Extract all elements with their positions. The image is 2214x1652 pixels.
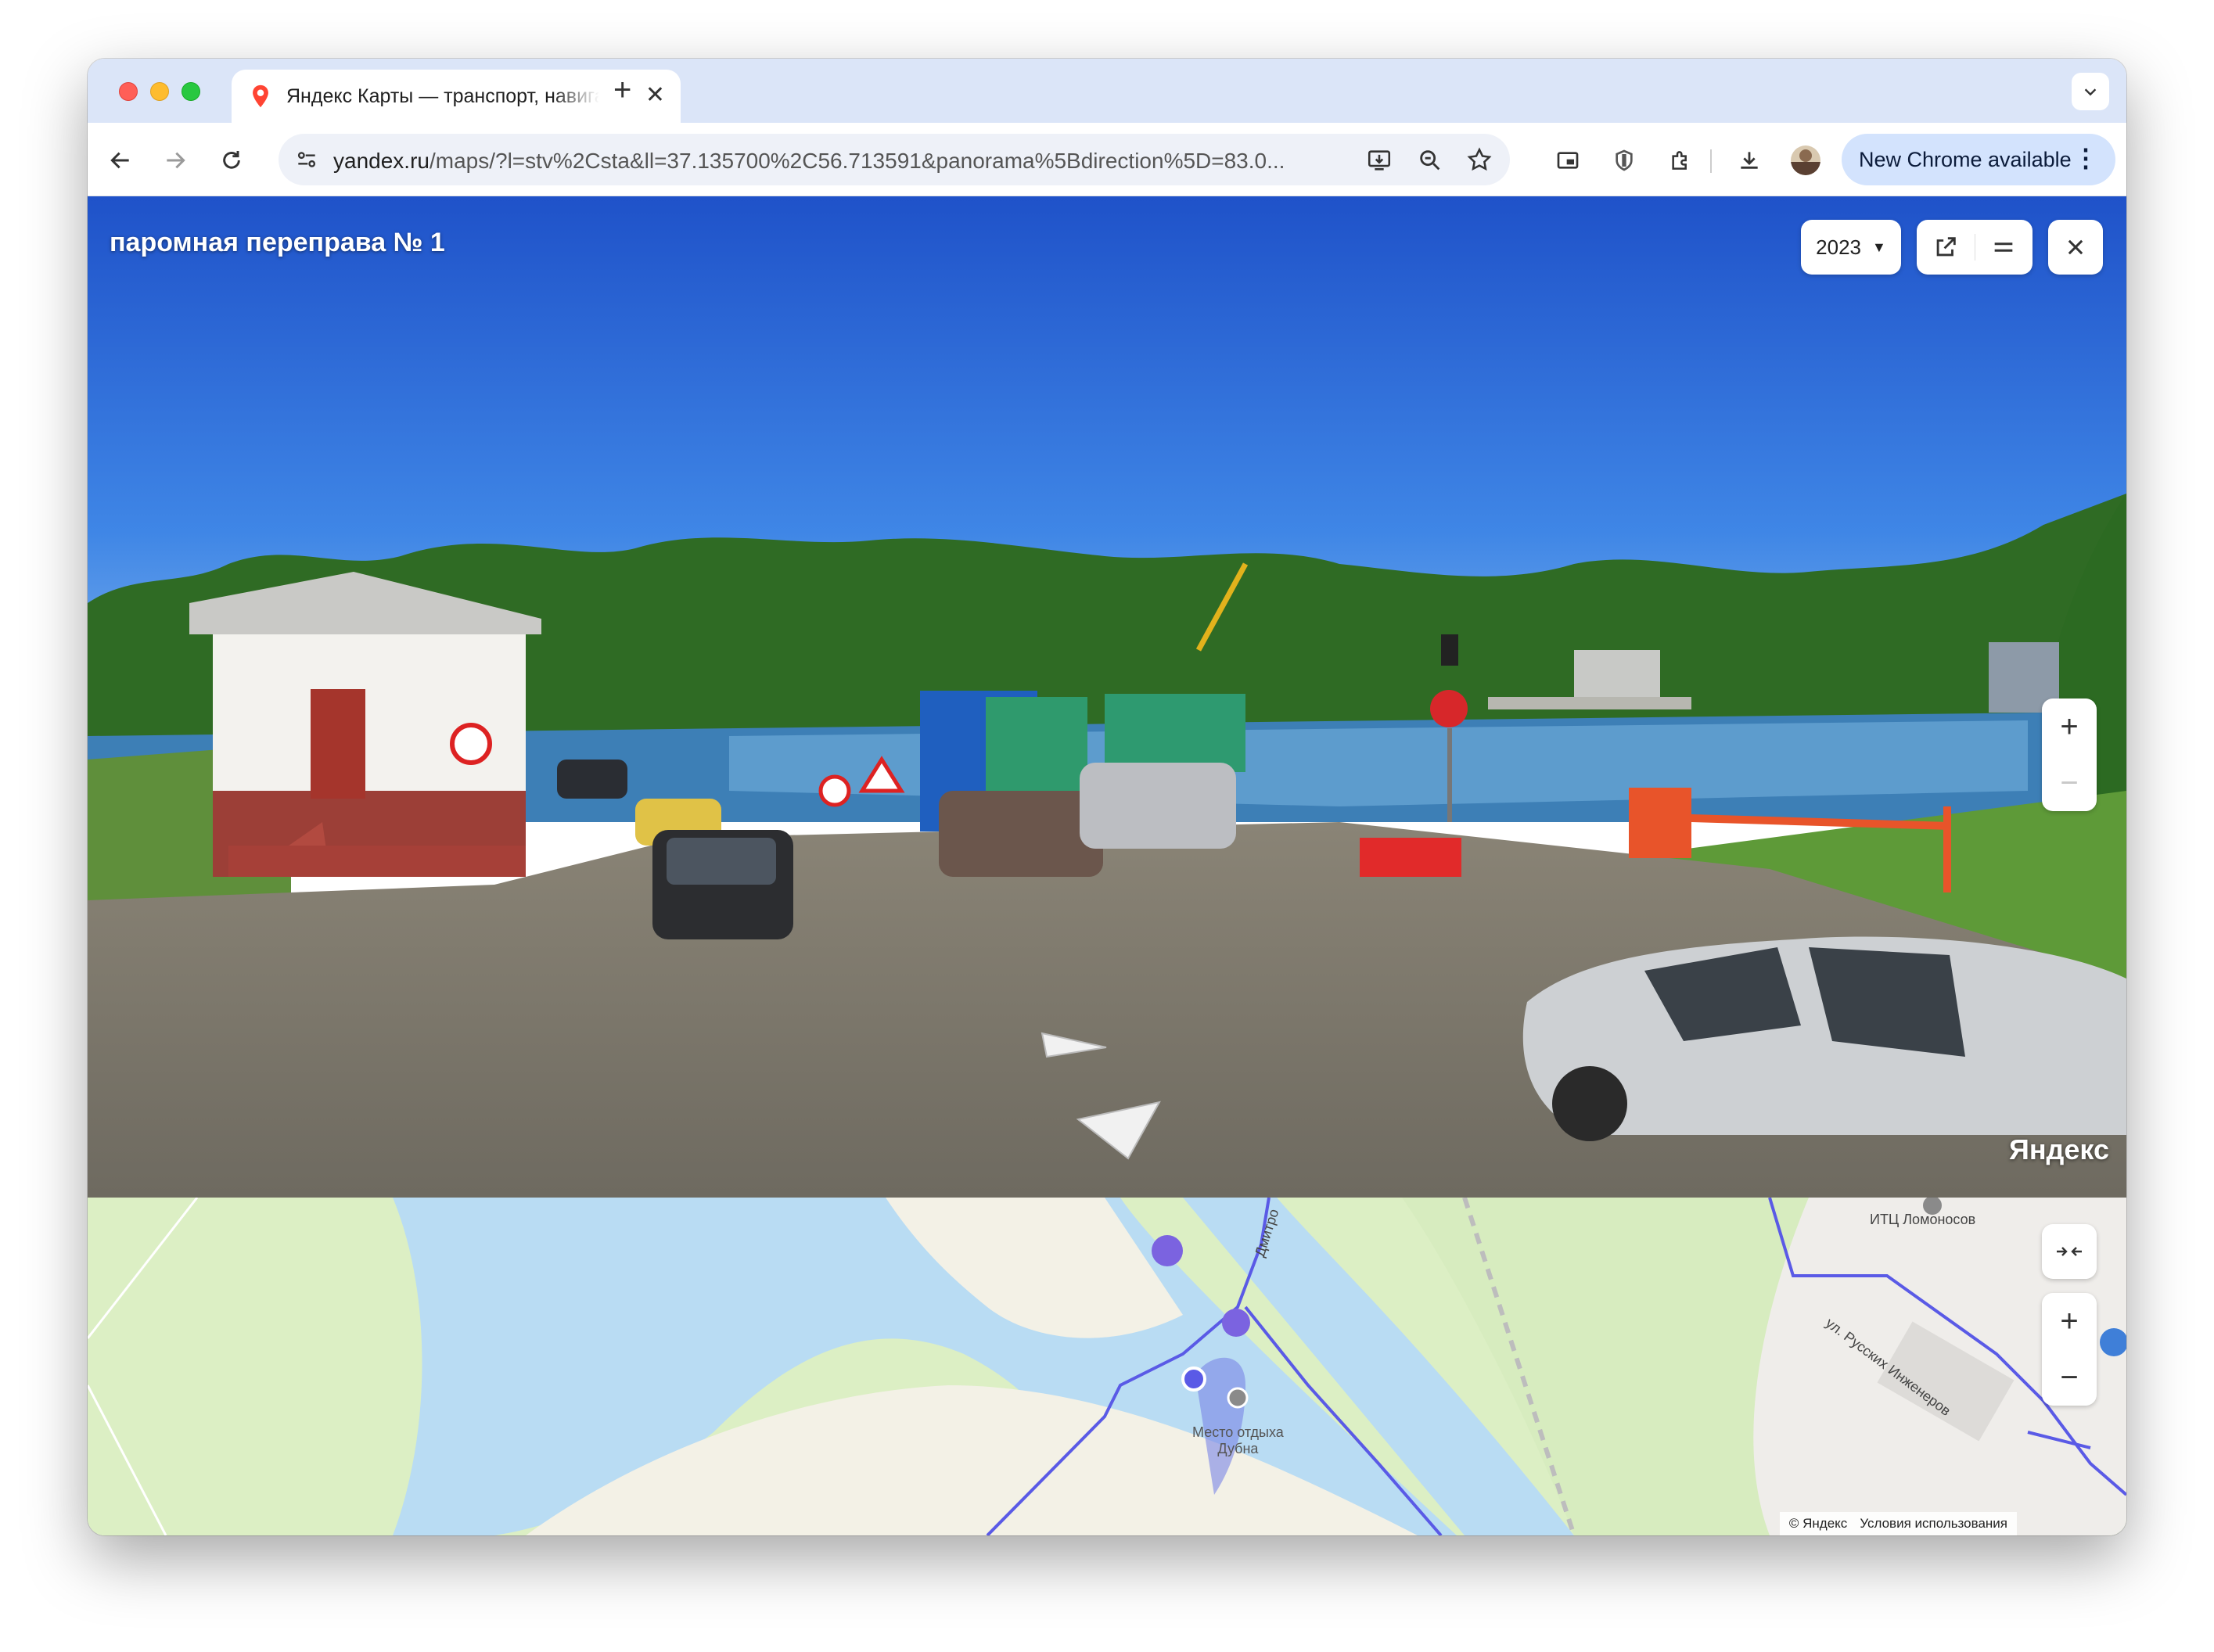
panorama-scene[interactable] xyxy=(88,196,2126,1198)
map-zoom-controls: + − xyxy=(2042,1293,2097,1406)
mini-map[interactable]: Место отдыха Дубна ИТЦ Ломоносов ул. Рус… xyxy=(88,1198,2126,1535)
forward-button[interactable] xyxy=(160,145,191,176)
site-settings-icon[interactable] xyxy=(294,147,319,172)
maximize-window-button[interactable] xyxy=(182,82,200,101)
profile-avatar-icon xyxy=(1791,145,1820,175)
close-icon[interactable]: ✕ xyxy=(645,84,665,107)
map-pin-icon xyxy=(253,84,268,108)
map-copyright: © Яндекс Условия использования xyxy=(1779,1512,2017,1535)
reload-icon xyxy=(223,151,240,169)
install-app-icon[interactable] xyxy=(1366,147,1393,174)
map-canvas[interactable] xyxy=(88,1198,2126,1535)
profile-avatar[interactable] xyxy=(1790,145,1821,176)
tab-strip: Яндекс Карты — транспорт, навигация, пои… xyxy=(88,59,2126,123)
address-bar[interactable]: yandex.ru/maps/?l=stv%2Csta&ll=37.135700… xyxy=(279,134,1510,185)
year-select[interactable]: 2023 ▼ xyxy=(1801,220,1901,275)
bookmark-star-icon[interactable] xyxy=(1466,146,1493,173)
street-panorama[interactable]: паромная переправа № 1 2023 ▼ + − Яндекс xyxy=(88,196,2126,1198)
url-text[interactable]: yandex.ru/maps/?l=stv%2Csta&ll=37.135700… xyxy=(333,149,1350,174)
open-external-button[interactable] xyxy=(1917,220,1975,275)
new-chrome-available-button[interactable]: New Chrome available ⋮ xyxy=(1842,134,2115,185)
close-window-button[interactable] xyxy=(119,82,138,101)
picture-in-picture-icon xyxy=(1557,152,1579,169)
shield-extension-button[interactable] xyxy=(1608,145,1640,176)
tab-title: Яндекс Карты — транспорт, навигация, пои… xyxy=(286,85,599,107)
close-panorama-button[interactable] xyxy=(2048,220,2103,275)
zoom-icon[interactable] xyxy=(1417,147,1443,174)
back-button[interactable] xyxy=(105,145,136,176)
split-view-icon xyxy=(1994,242,2013,252)
map-zoom-out-button[interactable]: − xyxy=(2042,1349,2097,1406)
toolbar-divider xyxy=(1710,149,1712,173)
chevron-down-icon xyxy=(2084,88,2097,96)
map-zoom-in-button[interactable]: + xyxy=(2042,1293,2097,1349)
shield-extension-icon xyxy=(1616,149,1633,171)
forward-icon xyxy=(167,152,185,169)
caret-down-icon: ▼ xyxy=(1872,239,1886,255)
yandex-watermark: Яндекс xyxy=(2008,1133,2109,1165)
kebab-menu-icon[interactable]: ⋮ xyxy=(2073,143,2098,173)
zoom-in-button[interactable]: + xyxy=(2042,699,2097,755)
browser-window: Яндекс Карты — транспорт, навигация, пои… xyxy=(88,59,2126,1535)
picture-in-picture-button[interactable] xyxy=(1552,145,1583,176)
collapse-arrows-icon xyxy=(2057,1247,2082,1256)
minimize-window-button[interactable] xyxy=(150,82,169,101)
split-view-button[interactable] xyxy=(1975,220,2032,275)
back-icon xyxy=(110,152,129,169)
browser-toolbar: yandex.ru/maps/?l=stv%2Csta&ll=37.135700… xyxy=(88,123,2126,196)
close-icon xyxy=(2068,239,2083,255)
poi-label[interactable]: Место отдыха Дубна xyxy=(1192,1424,1284,1457)
reload-button[interactable] xyxy=(216,145,247,176)
external-link-icon xyxy=(1936,237,1956,257)
new-tab-button[interactable]: + xyxy=(613,74,631,106)
collapse-map-button[interactable] xyxy=(2042,1224,2097,1279)
downloads-button[interactable] xyxy=(1734,145,1765,176)
panorama-actions xyxy=(1917,220,2032,275)
extensions-button[interactable] xyxy=(1665,145,1696,176)
panorama-zoom-controls: + − xyxy=(2042,699,2097,811)
update-label: New Chrome available xyxy=(1859,148,2072,171)
extensions-puzzle-icon xyxy=(1672,151,1687,170)
zoom-out-button[interactable]: − xyxy=(2042,755,2097,811)
terms-link[interactable]: Условия использования xyxy=(1860,1516,2007,1532)
copyright-text: © Яндекс xyxy=(1788,1516,1848,1531)
building-label[interactable]: ИТЦ Ломоносов xyxy=(1870,1212,1975,1228)
downloads-icon xyxy=(1741,152,1758,169)
year-value: 2023 xyxy=(1816,235,1861,259)
panorama-title: паромная переправа № 1 xyxy=(110,228,445,257)
tab-search-button[interactable] xyxy=(2072,73,2109,110)
